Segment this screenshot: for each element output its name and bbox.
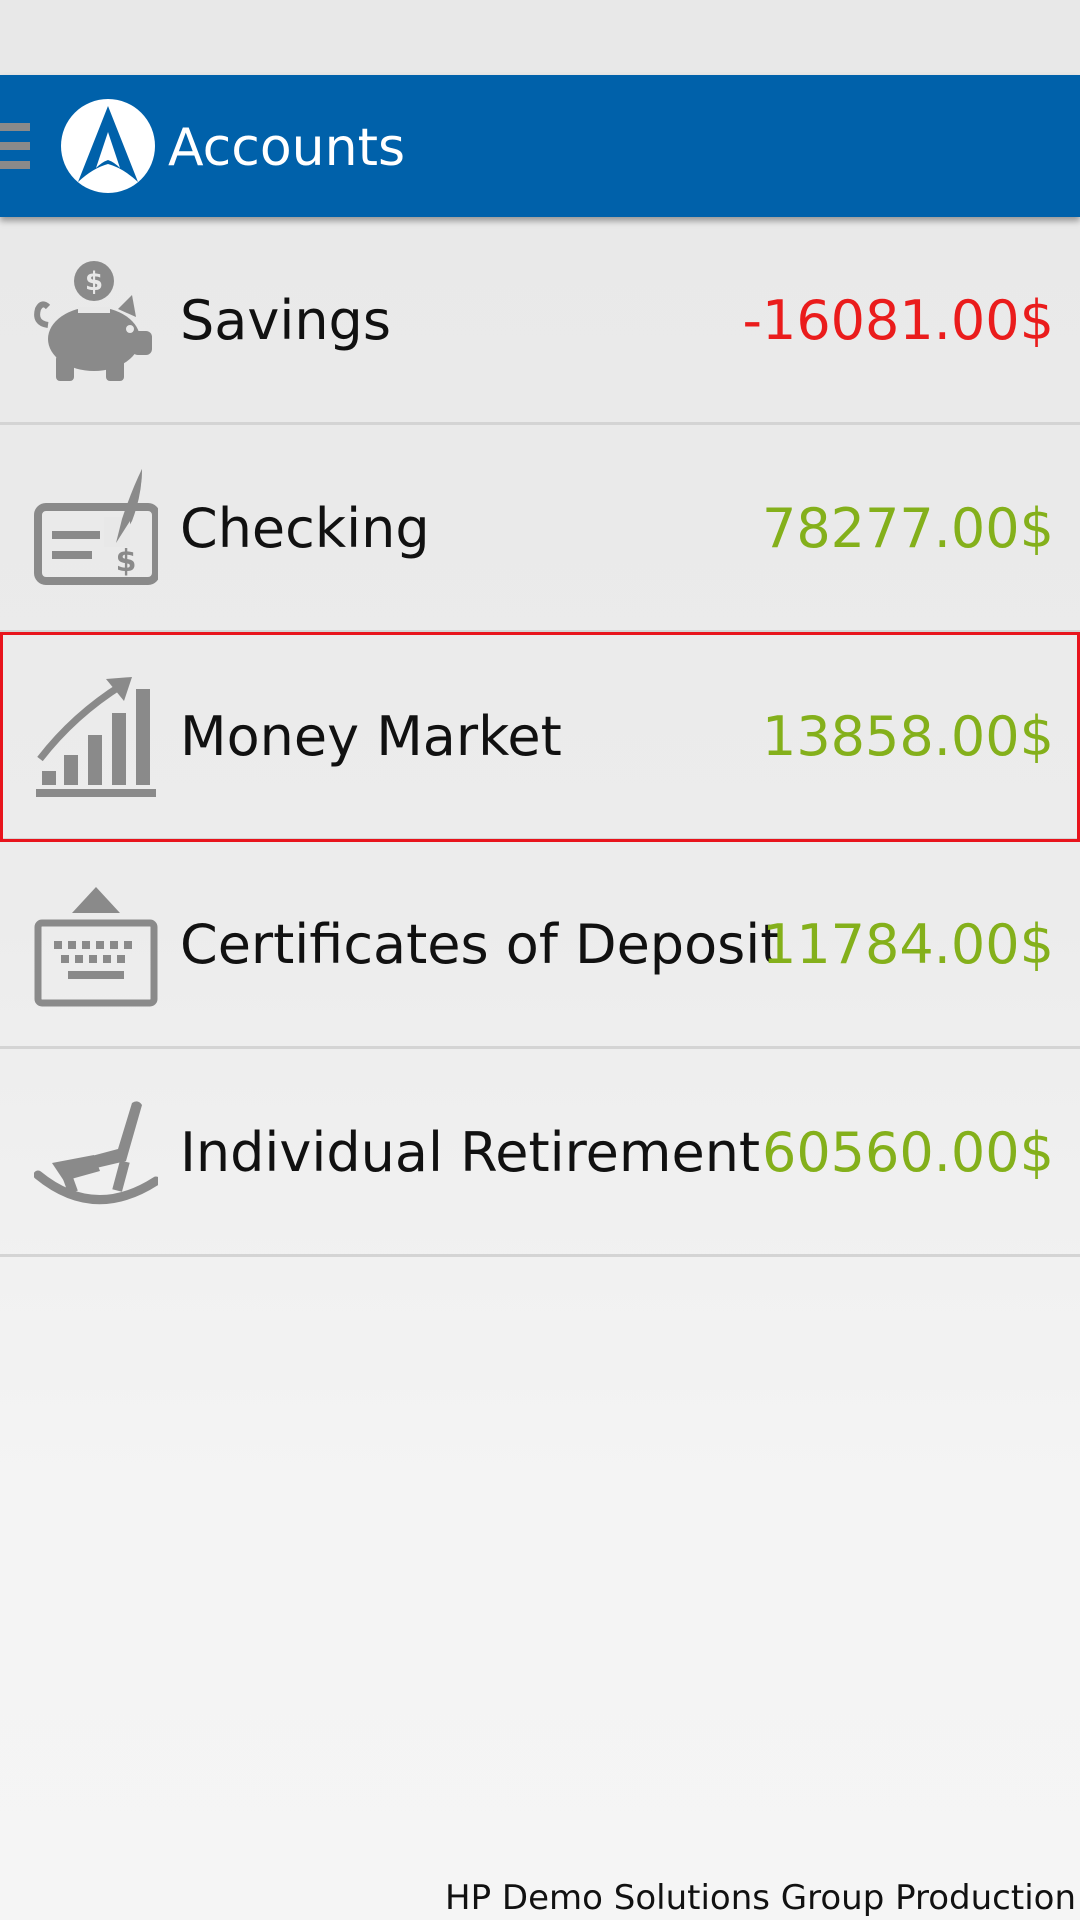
page-title: Accounts	[168, 118, 406, 178]
app-logo-icon[interactable]	[60, 98, 156, 194]
account-row-individual-retirement[interactable]: Individual Retirement 60560.00$	[0, 1049, 1080, 1257]
account-row-certificates-of-deposit[interactable]: Certificates of Deposit 11784.00$	[0, 841, 1080, 1049]
rocking-chair-icon	[33, 1091, 161, 1215]
svg-text:$: $	[116, 544, 137, 579]
account-amount: 11784.00$	[761, 913, 1054, 976]
account-amount: 60560.00$	[761, 1121, 1054, 1184]
account-row-money-market[interactable]: Money Market 13858.00$	[0, 632, 1080, 842]
account-amount: -16081.00$	[742, 289, 1054, 352]
account-name: Money Market	[180, 705, 562, 768]
piggy-bank-icon: $	[34, 259, 158, 383]
hamburger-menu-icon[interactable]	[0, 123, 30, 169]
status-bar	[0, 0, 1080, 75]
footer-credit: HP Demo Solutions Group Production	[445, 1878, 1076, 1918]
growth-chart-icon	[34, 675, 158, 799]
svg-text:$: $	[85, 267, 103, 297]
account-row-savings[interactable]: $ Savings -16081.00$	[0, 217, 1080, 425]
account-name: Certificates of Deposit	[180, 913, 782, 976]
account-row-checking[interactable]: $ Checking 78277.00$	[0, 425, 1080, 633]
app-bar: Accounts	[0, 75, 1080, 217]
account-name: Checking	[180, 497, 430, 560]
keyboard-deposit-icon	[34, 883, 158, 1007]
account-amount: 78277.00$	[761, 497, 1054, 560]
check-pen-icon: $	[34, 467, 160, 591]
account-name: Savings	[180, 289, 391, 352]
account-amount: 13858.00$	[761, 705, 1054, 768]
account-name: Individual Retirement	[180, 1121, 761, 1184]
accounts-list: $ Savings -16081.00$ $ Checking 78277.00…	[0, 217, 1080, 1257]
